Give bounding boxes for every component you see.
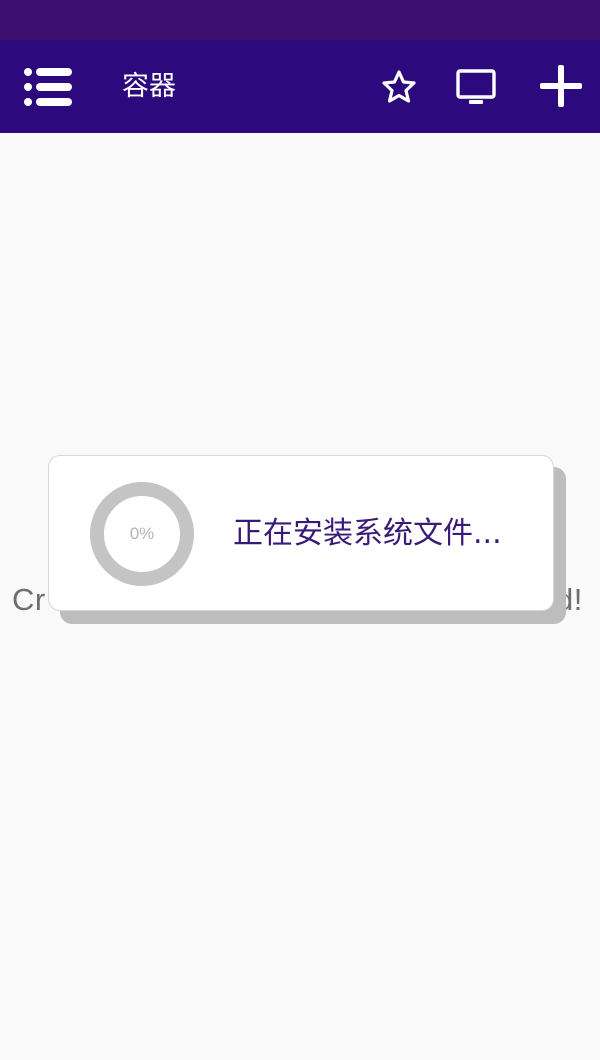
install-progress-dialog: 0% 正在安装系统文件... <box>48 455 554 611</box>
favorite-button[interactable] <box>378 62 420 110</box>
install-status-message: 正在安装系统文件... <box>233 516 502 551</box>
display-button[interactable] <box>452 62 500 110</box>
status-bar <box>0 0 600 40</box>
menu-button[interactable] <box>22 64 74 110</box>
progress-ring: 0% <box>89 481 195 587</box>
monitor-icon <box>456 69 496 104</box>
star-outline-icon <box>382 70 416 103</box>
list-menu-icon <box>24 68 72 106</box>
page-title: 容器 <box>122 71 176 102</box>
plus-icon <box>540 65 582 107</box>
add-button[interactable] <box>536 62 586 110</box>
progress-percent-label: 0% <box>129 524 155 543</box>
app-bar: 容器 <box>0 40 600 133</box>
background-text-left: Cr <box>12 582 46 617</box>
